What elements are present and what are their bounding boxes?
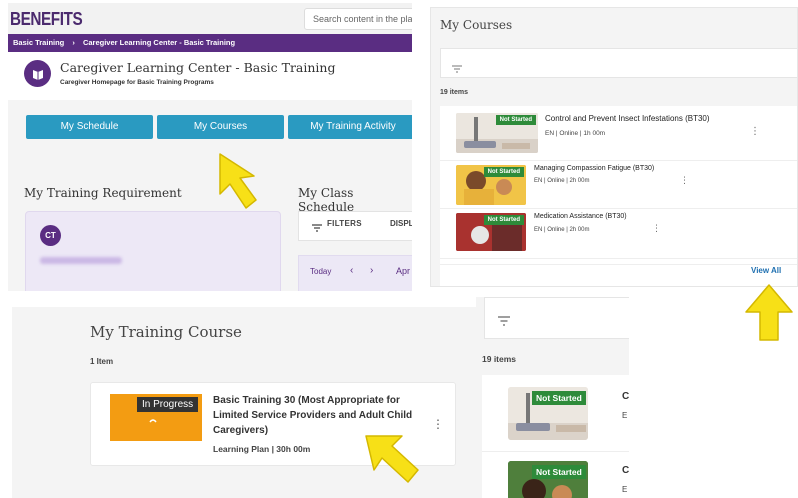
course-list: Not Started Control and Prevent Insect I…	[440, 106, 797, 264]
my-training-activity-button[interactable]: My Training Activity	[288, 115, 412, 139]
status-badge: Not Started	[483, 167, 524, 177]
filter-icon[interactable]	[498, 313, 510, 331]
list-item[interactable]: Not Started Control and Prevent Insect I…	[440, 106, 797, 161]
item-count: 1 Item	[90, 357, 114, 366]
logo-icon	[24, 60, 51, 87]
status-badge: Not Started	[495, 115, 536, 125]
divider	[482, 451, 629, 452]
courses-list-zoom-panel: 19 items Not Started C E Not Started C E	[476, 297, 629, 498]
filters-button[interactable]: FILTERS	[327, 219, 362, 228]
breadcrumb: Basic Training › Caregiver Learning Cent…	[8, 34, 412, 52]
course-filter-bar	[440, 48, 797, 78]
page-subtitle: Caregiver Homepage for Basic Training Pr…	[60, 79, 214, 86]
kebab-icon[interactable]: ⋮	[750, 126, 760, 137]
arrow-pointer-icon	[365, 435, 419, 483]
breadcrumb-item[interactable]: Basic Training	[13, 38, 64, 47]
list-item[interactable]: Not Started Managing Compassion Fatigue …	[440, 161, 797, 209]
course-thumbnail: Not Started	[456, 213, 526, 251]
my-training-course-heading: My Training Course	[90, 323, 242, 341]
course-meta: EN | Online | 2h 00m	[534, 227, 590, 233]
next-month-icon[interactable]: ›	[370, 265, 373, 276]
arrow-pointer-icon	[745, 284, 793, 341]
requirement-card[interactable]	[25, 211, 281, 291]
course-title[interactable]: Control and Prevent Insect Infestations …	[545, 114, 710, 123]
kebab-icon[interactable]: ⋮	[652, 223, 661, 234]
kebab-icon[interactable]: ⋮	[680, 175, 689, 186]
course-title[interactable]: C	[622, 391, 629, 402]
item-count: 19 items	[482, 354, 517, 364]
list-item[interactable]: Not Started Medication Assistance (BT30)…	[440, 209, 797, 259]
status-badge: Not Started	[532, 391, 586, 405]
course-thumbnail: Not Started	[456, 165, 526, 205]
breadcrumb-item[interactable]: Caregiver Learning Center - Basic Traini…	[83, 38, 235, 47]
training-requirement-heading: My Training Requirement	[24, 186, 182, 200]
today-button[interactable]: Today	[310, 267, 331, 276]
course-meta: EN | Online | 2h 00m	[534, 178, 590, 184]
status-badge: Not Started	[532, 465, 586, 479]
my-courses-panel: My Courses 19 items Not Started Control …	[430, 7, 798, 287]
month-label: Apr	[396, 266, 411, 276]
view-all-link[interactable]: View All	[751, 266, 781, 275]
class-schedule-heading: My Class Schedule	[298, 186, 355, 214]
course-thumbnail: Not Started	[508, 387, 588, 440]
status-badge: In Progress	[137, 397, 199, 412]
course-thumbnail: Not Started	[508, 461, 588, 498]
course-title[interactable]: C	[622, 465, 629, 476]
brand-logo-text: BENEFITS	[10, 9, 83, 29]
course-meta: EN | Online | 1h 00m	[545, 130, 606, 137]
course-title[interactable]: Medication Assistance (BT30)	[534, 213, 627, 220]
filter-icon[interactable]	[452, 60, 462, 78]
learning-center-homepage-panel: BENEFITS Search content in the plat Basi…	[8, 3, 412, 291]
course-thumbnail: Not Started	[456, 113, 538, 153]
my-schedule-button[interactable]: My Schedule	[26, 115, 153, 139]
course-meta: E	[622, 411, 628, 420]
blurred-name	[40, 257, 122, 264]
breadcrumb-separator: ›	[72, 38, 75, 47]
filter-icon[interactable]	[312, 219, 322, 232]
item-count: 19 items	[440, 89, 469, 96]
my-courses-heading: My Courses	[440, 18, 513, 32]
kebab-icon[interactable]: ⋮	[432, 417, 444, 431]
course-title[interactable]: Managing Compassion Fatigue (BT30)	[534, 165, 654, 172]
status-badge: Not Started	[483, 215, 524, 225]
search-input[interactable]: Search content in the plat	[304, 8, 412, 30]
arrow-pointer-icon	[219, 153, 257, 209]
course-list: Not Started C E Not Started C E	[482, 375, 629, 498]
avatar: CT	[40, 225, 61, 246]
course-meta: Learning Plan | 30h 00m	[213, 444, 311, 454]
my-courses-button[interactable]: My Courses	[157, 115, 284, 139]
page-title: Caregiver Learning Center - Basic Traini…	[60, 60, 336, 75]
course-meta: E	[622, 485, 628, 494]
prev-month-icon[interactable]: ‹	[350, 265, 353, 276]
display-button[interactable]: DISPL	[390, 219, 412, 228]
